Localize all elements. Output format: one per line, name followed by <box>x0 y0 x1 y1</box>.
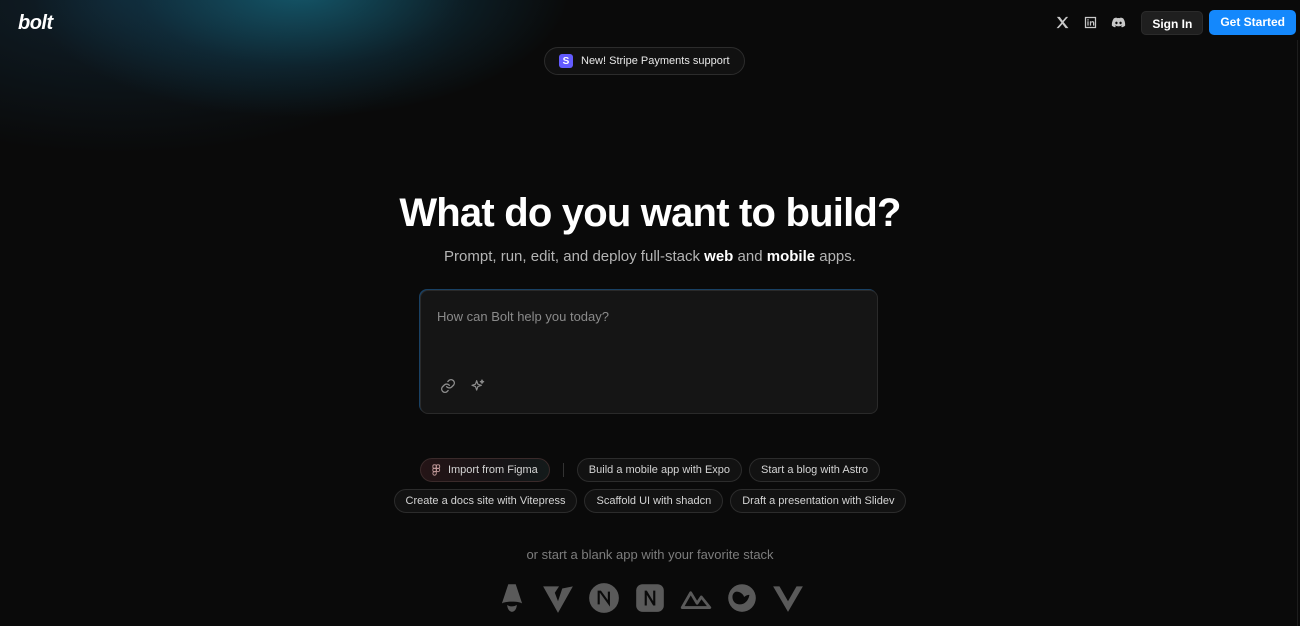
stack-icons <box>0 579 1300 617</box>
remix-icon[interactable] <box>723 579 761 617</box>
header-actions: Sign In Get Started <box>1051 10 1296 35</box>
get-started-button[interactable]: Get Started <box>1209 10 1296 35</box>
linkedin-icon[interactable] <box>1082 15 1098 31</box>
nuxt-icon[interactable] <box>631 579 669 617</box>
suggestions-row-2: Create a docs site with Vitepress Scaffo… <box>0 489 1300 513</box>
import-figma-label: Import from Figma <box>447 464 538 476</box>
announcement-text: New! Stripe Payments support <box>581 55 730 67</box>
hero-subtitle: Prompt, run, edit, and deploy full-stack… <box>0 248 1300 265</box>
astro-icon[interactable] <box>493 579 531 617</box>
link-icon[interactable] <box>439 377 457 395</box>
page-title: What do you want to build? <box>399 191 901 235</box>
next-icon[interactable] <box>585 579 623 617</box>
vite-icon[interactable] <box>539 579 577 617</box>
chip-divider <box>562 463 564 477</box>
blank-app-text: or start a blank app with your favorite … <box>526 547 774 562</box>
subtitle-mobile: mobile <box>766 248 816 265</box>
figma-icon <box>432 464 442 476</box>
vue-icon[interactable] <box>769 579 807 617</box>
sparkle-icon[interactable] <box>469 377 487 395</box>
subtitle-and: and <box>733 248 767 265</box>
stripe-icon: S <box>559 54 573 68</box>
nuxt-alt-icon[interactable] <box>677 579 715 617</box>
prompt-box <box>420 290 878 414</box>
sign-in-button[interactable]: Sign In <box>1141 10 1204 35</box>
suggestions-row-1: Import from Figma Build a mobile app wit… <box>0 458 1300 482</box>
subtitle-prefix: Prompt, run, edit, and deploy full-stack <box>444 248 705 265</box>
suggestion-chip[interactable]: Create a docs site with Vitepress <box>393 489 578 513</box>
suggestion-chip[interactable]: Start a blog with Astro <box>749 458 881 482</box>
subtitle-suffix: apps. <box>815 248 856 265</box>
suggestion-chip[interactable]: Build a mobile app with Expo <box>576 458 743 482</box>
import-figma-chip[interactable]: Import from Figma <box>419 458 550 482</box>
x-icon[interactable] <box>1054 15 1070 31</box>
discord-icon[interactable] <box>1110 15 1126 31</box>
prompt-input[interactable] <box>435 307 859 361</box>
announcement-pill[interactable]: S New! Stripe Payments support <box>544 47 745 75</box>
prompt-tools <box>439 377 487 395</box>
suggestion-chip[interactable]: Draft a presentation with Slidev <box>730 489 907 513</box>
page: bolt Sign In Get Started S New! Stripe P… <box>0 0 1300 626</box>
subtitle-web: web <box>704 248 734 265</box>
suggestion-chip[interactable]: Scaffold UI with shadcn <box>584 489 724 513</box>
side-divider <box>1297 40 1298 626</box>
bolt-logo[interactable]: bolt <box>18 12 53 35</box>
